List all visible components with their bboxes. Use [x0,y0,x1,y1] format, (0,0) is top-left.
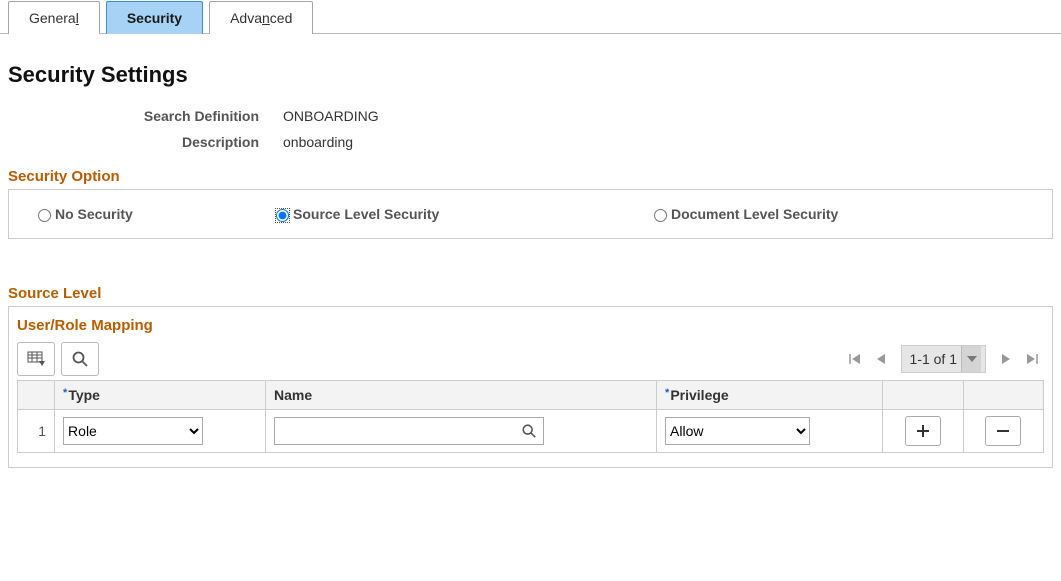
plus-icon [916,424,930,438]
value-description: onboarding [283,134,353,150]
find-button[interactable] [61,342,99,376]
radio-no-security[interactable]: No Security [33,206,263,222]
radio-source-level-security-input[interactable] [276,209,289,222]
chevron-down-icon [967,356,977,362]
privilege-select[interactable]: Allow [665,417,810,445]
grid-icon [27,351,45,367]
next-page-button[interactable] [994,347,1018,371]
label-search-definition: Search Definition [8,108,283,124]
search-icon [71,350,89,368]
label-description: Description [8,134,283,150]
search-icon [521,423,537,439]
first-page-button[interactable] [843,347,867,371]
table-row: 1 Role [18,410,1044,453]
minus-icon [996,424,1010,438]
col-name-header[interactable]: Name [266,381,657,410]
prev-page-button[interactable] [869,347,893,371]
col-privilege-header[interactable]: *Privilege [657,381,883,410]
pager-label: 1-1 of 1 [910,351,957,367]
radio-document-level-security[interactable]: Document Level Security [649,206,838,222]
tab-security[interactable]: Security [106,1,203,34]
section-security-option: Security Option [8,168,1053,185]
radio-source-level-security-label: Source Level Security [293,206,439,222]
page-title: Security Settings [8,62,1053,88]
tab-general[interactable]: General [8,1,100,34]
radio-document-level-security-label: Document Level Security [671,206,838,222]
radio-no-security-label: No Security [55,206,133,222]
col-type-header[interactable]: *Type [55,381,266,410]
add-row-button[interactable] [905,416,941,446]
user-role-mapping-grid: *Type Name *Privilege 1 Role [17,380,1044,453]
last-page-button[interactable] [1020,347,1044,371]
col-del-header [963,381,1043,410]
delete-row-button[interactable] [985,416,1021,446]
section-source-level: Source Level [8,285,1053,302]
section-user-role-mapping: User/Role Mapping [17,317,1044,334]
value-search-definition: ONBOARDING [283,108,379,124]
name-input[interactable] [279,419,521,443]
tab-advanced[interactable]: Advanced [209,1,313,34]
radio-no-security-input[interactable] [38,209,51,222]
radio-source-level-security[interactable]: Source Level Security [271,206,641,222]
row-number: 1 [18,410,55,453]
grid-action-button[interactable] [17,342,55,376]
pager[interactable]: 1-1 of 1 [901,345,986,373]
col-add-header [883,381,963,410]
pager-dropdown[interactable] [961,346,981,372]
radio-document-level-security-input[interactable] [654,209,667,222]
col-rownum-header [18,381,55,410]
type-select[interactable]: Role [63,417,203,445]
name-lookup-button[interactable] [521,423,537,439]
